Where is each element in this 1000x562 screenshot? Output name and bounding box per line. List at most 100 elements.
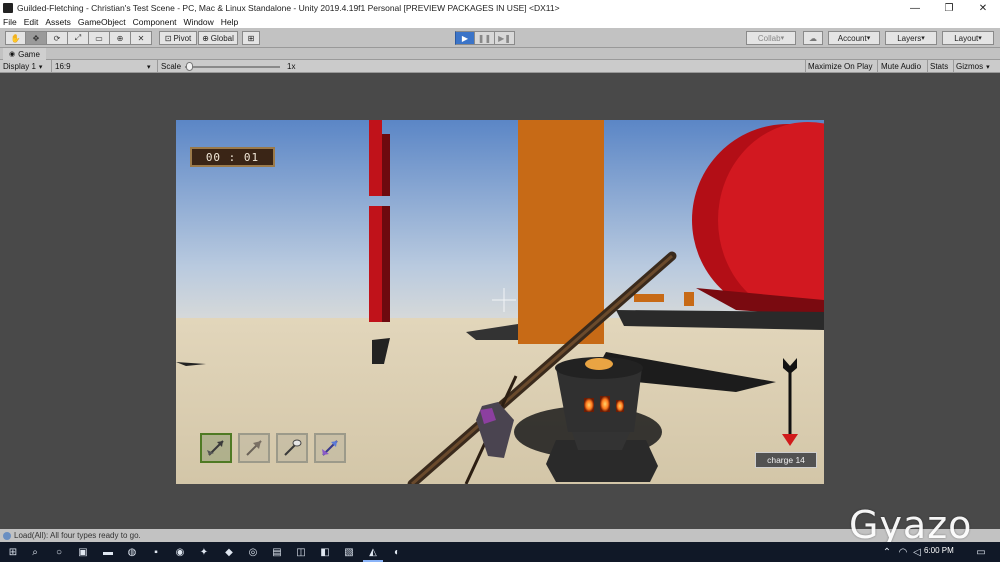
unity-logo-icon	[3, 3, 13, 13]
display-dropdown[interactable]: Display 1 ▾	[3, 61, 42, 72]
move-tool-icon[interactable]: ✥	[26, 31, 47, 45]
mute-audio-toggle[interactable]: Mute Audio	[881, 61, 921, 72]
app-icon[interactable]: ◧	[318, 545, 332, 559]
app-icon[interactable]: ▪	[149, 545, 163, 559]
layers-label: Layers	[897, 33, 922, 43]
custom-tool-icon[interactable]: ✕	[131, 31, 152, 45]
pause-button[interactable]: ❚❚	[475, 31, 495, 45]
layout-label: Layout	[954, 33, 979, 43]
network-icon[interactable]: ◠	[896, 545, 910, 559]
menu-component[interactable]: Component	[133, 17, 177, 27]
unity-taskbar-icon[interactable]: ◭	[363, 545, 383, 562]
inventory-slot[interactable]	[238, 433, 270, 463]
pivot-label: Pivot	[173, 33, 192, 43]
scale-tool-icon[interactable]: ⤢	[68, 31, 89, 45]
info-icon	[3, 531, 11, 540]
cortana-icon[interactable]: ○	[52, 545, 66, 559]
collab-label: Collab	[757, 33, 781, 43]
inventory-slot[interactable]	[200, 433, 232, 463]
minimize-button[interactable]: —	[898, 0, 932, 16]
volume-icon[interactable]: ◁	[910, 545, 924, 559]
pivot-button[interactable]: ⊡ Pivot	[159, 31, 197, 45]
visual-studio-code-icon[interactable]: ◆	[222, 545, 236, 559]
aspect-dropdown[interactable]: 16:9 ▾	[55, 61, 155, 72]
windows-start-icon[interactable]: ⊞	[6, 545, 20, 559]
search-icon[interactable]: ⌕	[28, 545, 42, 559]
firefox-icon[interactable]: ◍	[125, 545, 139, 559]
account-label: Account	[837, 33, 867, 43]
maximize-on-play-toggle[interactable]: Maximize On Play	[808, 61, 872, 72]
hand-tool-icon[interactable]: ✋	[5, 31, 26, 45]
collab-button[interactable]: Collab	[746, 31, 796, 45]
inventory-slot[interactable]	[314, 433, 346, 463]
game-scene	[176, 120, 824, 484]
step-button[interactable]: ▶❚	[495, 31, 515, 45]
scale-value: 1x	[287, 62, 296, 71]
cloud-icon[interactable]: ☁	[803, 31, 823, 45]
status-message[interactable]: Load(All): All four types ready to go.	[14, 531, 141, 540]
stats-toggle[interactable]: Stats	[930, 61, 948, 72]
chevron-down-icon: ▾	[986, 63, 990, 71]
menu-gameobject[interactable]: GameObject	[78, 17, 126, 27]
window-title: Guilded-Fletching - Christian's Test Sce…	[17, 3, 560, 13]
menu-bar: File Edit Assets GameObject Component Wi…	[0, 16, 1000, 28]
tray-chevron-icon[interactable]: ⌃	[880, 545, 894, 559]
taskbar-clock[interactable]: 6:00 PM	[924, 546, 954, 555]
main-toolbar: ✋ ✥ ⟳ ⤢ ▭ ⊕ ✕ ⊡ Pivot ⊕ Global ⊞ ▶ ❚❚ ▶❚…	[0, 28, 1000, 48]
rect-tool-icon[interactable]: ▭	[89, 31, 110, 45]
shovel-arrow-icon	[284, 439, 302, 456]
app-icon[interactable]: ◫	[294, 545, 308, 559]
snap-settings-icon[interactable]: ⊞	[242, 31, 260, 45]
orange-pillar	[518, 120, 604, 344]
app-icon[interactable]: ▤	[270, 545, 284, 559]
app-icon[interactable]: ✦	[197, 545, 211, 559]
play-controls: ▶ ❚❚ ▶❚	[455, 31, 515, 45]
menu-help[interactable]: Help	[221, 17, 238, 27]
account-dropdown[interactable]: Account	[828, 31, 880, 45]
global-label: Global	[210, 33, 234, 43]
close-button[interactable]: ✕	[966, 0, 1000, 16]
pivot-icon: ⊡	[164, 33, 172, 43]
scale-slider-handle[interactable]	[186, 62, 193, 71]
global-button[interactable]: ⊕ Global	[198, 31, 238, 45]
layers-dropdown[interactable]: Layers	[885, 31, 937, 45]
menu-assets[interactable]: Assets	[45, 17, 71, 27]
transform-tool-icon[interactable]: ⊕	[110, 31, 131, 45]
app-icon[interactable]: ◐	[390, 545, 404, 559]
chrome-icon[interactable]: ◉	[173, 545, 187, 559]
aspect-label: 16:9	[55, 62, 71, 71]
file-explorer-icon[interactable]: ▬	[101, 545, 115, 559]
tab-game[interactable]: ◉ Game	[3, 48, 46, 60]
scale-slider-track[interactable]	[185, 66, 280, 68]
menu-edit[interactable]: Edit	[24, 17, 39, 27]
gizmos-dropdown[interactable]: Gizmos ▾	[956, 61, 990, 72]
transform-tools: ✋ ✥ ⟳ ⤢ ▭ ⊕ ✕	[5, 31, 152, 45]
notifications-icon[interactable]: ▭	[974, 545, 988, 559]
game-tab-bar: ◉ Game	[0, 48, 1000, 60]
charge-display: charge 14	[755, 452, 817, 468]
chevron-down-icon: ▾	[38, 63, 43, 71]
menu-file[interactable]: File	[3, 17, 17, 27]
window-titlebar: Guilded-Fletching - Christian's Test Sce…	[0, 0, 1000, 16]
feather-arrow-icon	[246, 440, 262, 456]
inventory-slot[interactable]	[276, 433, 308, 463]
game-view-icon: ◉	[9, 51, 16, 58]
task-view-icon[interactable]: ▣	[76, 545, 90, 559]
game-view-controls: Display 1 ▾ 16:9 ▾ Scale 1x Maximize On …	[0, 60, 1000, 73]
layout-dropdown[interactable]: Layout	[942, 31, 994, 45]
ice-arrow-icon	[322, 440, 338, 456]
game-viewport[interactable]: 00 : 01 charge 14	[176, 120, 824, 484]
windows-taskbar: ⊞ ⌕ ○ ▣ ▬ ◍ ▪ ◉ ✦ ◆ ◎ ▤ ◫ ◧ ▧ ◭ ◐ ⌃ ◠ ◁ …	[0, 542, 1000, 562]
scale-label: Scale	[161, 62, 182, 71]
gizmos-label: Gizmos	[956, 62, 984, 71]
app-icon[interactable]: ◎	[246, 545, 260, 559]
chevron-down-icon: ▾	[147, 63, 151, 71]
menu-window[interactable]: Window	[184, 17, 214, 27]
rotate-tool-icon[interactable]: ⟳	[47, 31, 68, 45]
maximize-button[interactable]: ❐	[932, 0, 966, 16]
app-icon[interactable]: ▧	[342, 545, 356, 559]
timer-display: 00 : 01	[190, 147, 275, 167]
gyazo-watermark: Gyazo	[849, 503, 973, 547]
red-pillar	[369, 120, 390, 322]
play-button[interactable]: ▶	[455, 31, 475, 45]
